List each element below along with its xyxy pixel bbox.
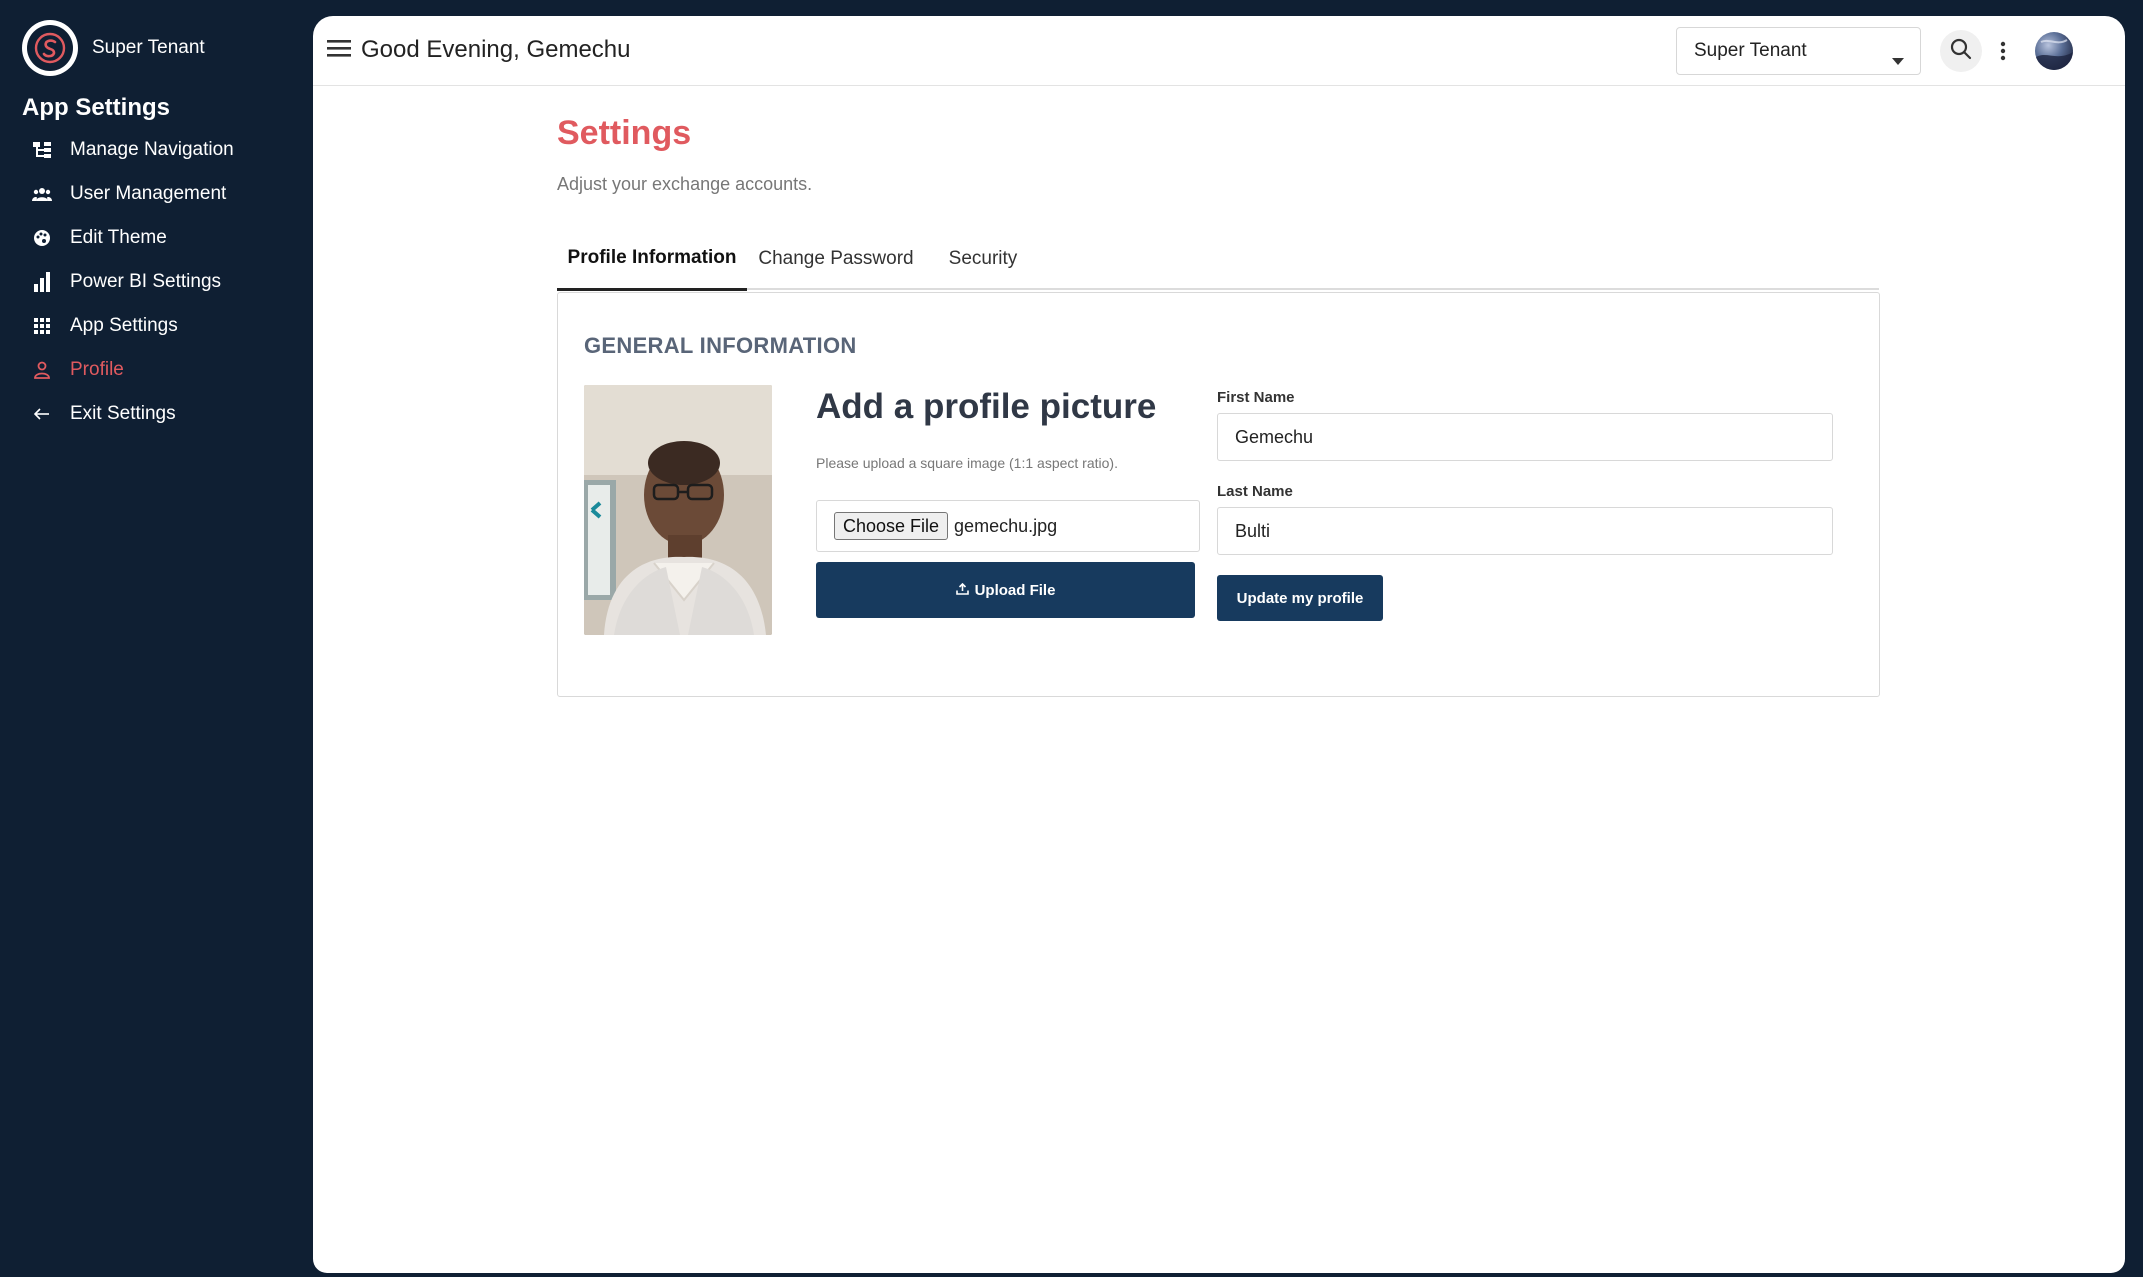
- upload-file-button[interactable]: Upload File: [816, 562, 1195, 618]
- sidebar-nav: Manage Navigation User Management Edit T…: [0, 128, 313, 436]
- last-name-field[interactable]: [1217, 507, 1833, 555]
- tab-change-password[interactable]: Change Password: [747, 228, 925, 290]
- last-name-label: Last Name: [1217, 483, 1293, 500]
- sidebar: Super Tenant App Settings Manage Navigat…: [0, 0, 313, 1277]
- more-vertical-icon[interactable]: [1993, 37, 2013, 65]
- sidebar-item-label: Profile: [70, 359, 124, 380]
- page-subtitle: Adjust your exchange accounts.: [557, 174, 813, 194]
- brand[interactable]: Super Tenant: [22, 20, 205, 76]
- first-name-field[interactable]: [1217, 413, 1833, 461]
- general-information-card: GENERAL INFORMATION Add a profile pictur…: [557, 292, 1880, 697]
- page-title: Settings: [557, 114, 692, 152]
- tenant-select[interactable]: Super Tenant: [1676, 27, 1921, 75]
- user-avatar[interactable]: [2035, 32, 2073, 70]
- sidebar-heading: App Settings: [22, 94, 170, 121]
- sidebar-item-label: Power BI Settings: [70, 271, 222, 292]
- sidebar-item-app-settings[interactable]: App Settings: [0, 304, 313, 348]
- users-icon: [32, 184, 52, 204]
- grid-icon: [32, 316, 52, 336]
- greeting-text: Good Evening, Gemechu: [361, 36, 631, 63]
- add-picture-title: Add a profile picture: [816, 387, 1157, 426]
- add-picture-note: Please upload a square image (1:1 aspect…: [816, 455, 1118, 471]
- person-icon: [32, 360, 52, 380]
- tenant-logo-icon: [22, 20, 78, 76]
- sidebar-item-user-management[interactable]: User Management: [0, 172, 313, 216]
- file-input[interactable]: Choose File gemechu.jpg: [816, 500, 1200, 552]
- update-profile-button[interactable]: Update my profile: [1217, 575, 1383, 621]
- upload-icon: [955, 582, 975, 599]
- bar-chart-icon: [32, 272, 52, 292]
- settings-tabs: Profile Information Change Password Secu…: [557, 228, 1879, 291]
- selected-file-name: gemechu.jpg: [954, 515, 1058, 536]
- sidebar-item-edit-theme[interactable]: Edit Theme: [0, 216, 313, 260]
- brand-name: Super Tenant: [92, 37, 205, 58]
- sidebar-item-power-bi-settings[interactable]: Power BI Settings: [0, 260, 313, 304]
- sidebar-item-exit-settings[interactable]: Exit Settings: [0, 392, 313, 436]
- top-bar: Good Evening, Gemechu Super Tenant: [313, 16, 2125, 86]
- profile-photo: [584, 385, 772, 635]
- arrow-left-icon: [32, 404, 52, 424]
- main-panel: Good Evening, Gemechu Super Tenant Setti…: [313, 16, 2125, 1273]
- caret-down-icon: [1892, 49, 1904, 71]
- upload-file-label: Upload File: [974, 581, 1056, 599]
- sidebar-item-label: App Settings: [70, 315, 178, 336]
- sidebar-item-label: User Management: [70, 183, 227, 204]
- palette-icon: [32, 228, 52, 248]
- search-icon: [1950, 38, 1972, 65]
- section-heading: GENERAL INFORMATION: [584, 333, 857, 358]
- first-name-label: First Name: [1217, 389, 1295, 406]
- tab-profile-information[interactable]: Profile Information: [557, 228, 747, 291]
- sidebar-item-manage-navigation[interactable]: Manage Navigation: [0, 128, 313, 172]
- search-button[interactable]: [1940, 30, 1982, 72]
- tab-security[interactable]: Security: [925, 228, 1041, 290]
- choose-file-button[interactable]: Choose File: [834, 512, 949, 540]
- sidebar-item-label: Manage Navigation: [70, 139, 234, 160]
- hamburger-menu-icon[interactable]: [327, 37, 353, 63]
- sidebar-item-label: Edit Theme: [70, 227, 167, 248]
- sitemap-icon: [32, 140, 52, 160]
- sidebar-item-label: Exit Settings: [70, 403, 176, 424]
- sidebar-item-profile[interactable]: Profile: [0, 348, 313, 392]
- tenant-select-value: Super Tenant: [1694, 40, 1807, 61]
